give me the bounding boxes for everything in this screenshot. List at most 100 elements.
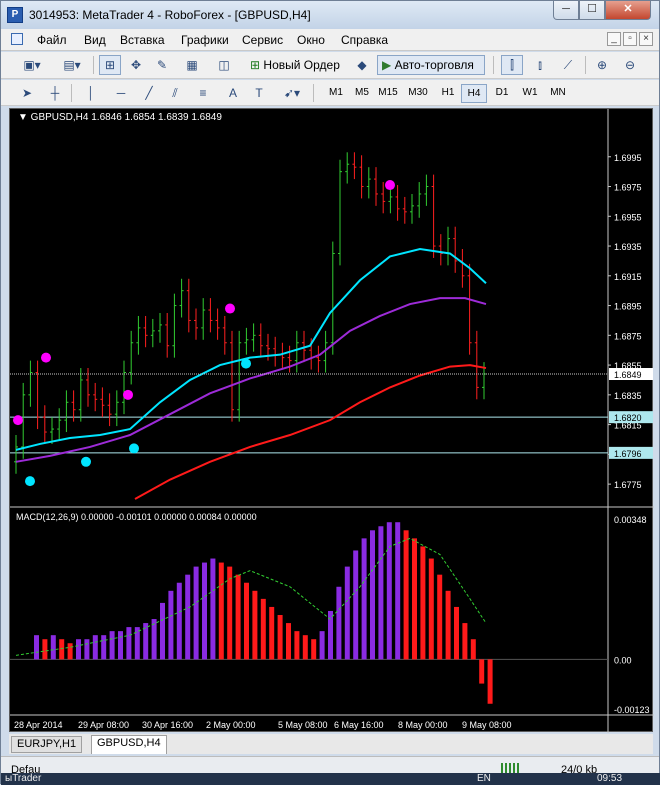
macd-bar xyxy=(101,635,107,660)
channel-icon[interactable]: ⫽ xyxy=(165,83,185,103)
drawing-toolbar: ➤ ┼ │ ─ ╱ ⫽ ≡ A T ➹▾ M1 M5 M15 M30 H1 H4 D1 W1 M… xyxy=(1,80,659,106)
terminal-icon[interactable]: ▦ xyxy=(181,55,203,75)
macd-bar xyxy=(454,606,459,660)
macd-bar xyxy=(50,635,56,660)
crosshair-icon[interactable]: ┼ xyxy=(45,83,65,103)
data-window-icon[interactable]: ✥ xyxy=(125,55,147,75)
macd-bar xyxy=(462,623,468,660)
macd-bar xyxy=(420,546,426,660)
horizontal-line-icon[interactable]: ─ xyxy=(111,83,131,103)
macd-bar xyxy=(34,635,39,660)
profiles-icon[interactable]: ▤▾ xyxy=(55,55,89,75)
time-label: 29 Apr 08:00 xyxy=(78,720,129,730)
auto-trading-button[interactable]: ▶ Авто-торговля xyxy=(377,55,485,75)
minimize-button[interactable]: ─ xyxy=(553,1,579,20)
price-tick-label: 1.6955 xyxy=(614,212,642,222)
fibonacci-icon[interactable]: ≡ xyxy=(193,83,213,103)
line-chart-icon[interactable]: ⟋ xyxy=(557,55,579,75)
signal-dot xyxy=(41,352,51,363)
macd-bar xyxy=(185,574,191,660)
app-window: P 3014953: MetaTrader 4 - RoboForex - [G… xyxy=(0,0,660,785)
signal-dot xyxy=(129,443,139,454)
macd-bar xyxy=(235,574,241,660)
timeframe-m30[interactable]: M30 xyxy=(405,84,431,103)
time-label: 9 May 08:00 xyxy=(462,720,512,730)
macd-bar xyxy=(92,635,98,660)
auto-trading-label: Авто-торговля xyxy=(394,58,474,72)
hline-2-label: 1.6796 xyxy=(614,449,642,459)
hline-1-label: 1.6820 xyxy=(614,413,642,423)
macd-bar xyxy=(202,562,207,660)
macd-bar xyxy=(59,639,65,660)
new-order-button[interactable]: ⊞ Новый Ордер xyxy=(245,55,347,75)
maximize-button[interactable]: ☐ xyxy=(579,1,605,20)
price-tick-label: 1.6915 xyxy=(614,272,642,282)
close-button[interactable]: ✕ xyxy=(605,1,651,20)
mdi-minimize-icon[interactable]: _ xyxy=(607,32,621,46)
timeframe-m1[interactable]: M1 xyxy=(323,84,349,103)
strategy-tester-icon[interactable]: ◫ xyxy=(213,55,235,75)
macd-bar xyxy=(294,631,300,660)
tab-gbpusd-h4[interactable]: GBPUSD,H4 xyxy=(91,735,167,754)
macd-bar xyxy=(42,639,48,660)
macd-bar xyxy=(76,639,81,660)
market-watch-icon[interactable]: ⊞ xyxy=(99,55,121,75)
navigator-icon[interactable]: ✎ xyxy=(151,55,173,75)
macd-bar xyxy=(252,590,258,660)
price-chart[interactable]: ▼ GBPUSD,H4 1.6846 1.6854 1.6839 1.6849 1… xyxy=(10,109,654,733)
signal-dot xyxy=(385,180,395,191)
timeframe-w1[interactable]: W1 xyxy=(517,84,543,103)
candlestick-icon[interactable]: ⫾ xyxy=(529,55,551,75)
timeframe-mn[interactable]: MN xyxy=(545,84,571,103)
timeframe-h4[interactable]: H4 xyxy=(461,84,487,103)
price-tick-label: 1.6975 xyxy=(614,183,642,193)
menu-file[interactable]: Файл xyxy=(37,33,67,47)
macd-bar xyxy=(470,639,476,660)
menu-insert[interactable]: Вставка xyxy=(120,33,165,47)
standard-toolbar: ▣▾ ▤▾ ⊞ ✥ ✎ ▦ ◫ ⊞ Новый Ордер ◆ ▶ Авто-т… xyxy=(1,52,659,79)
new-order-icon: ⊞ xyxy=(250,58,261,72)
zoom-out-icon[interactable]: ⊖ xyxy=(619,55,641,75)
macd-bar xyxy=(437,574,443,660)
price-tick-label: 1.6835 xyxy=(614,391,642,401)
time-label: 8 May 00:00 xyxy=(398,720,448,730)
macd-header: MACD(12,26,9) 0.00000 -0.00101 0.00000 0… xyxy=(16,512,257,522)
timeframe-m5[interactable]: M5 xyxy=(349,84,375,103)
chart-window[interactable]: ▼ GBPUSD,H4 1.6846 1.6854 1.6839 1.6849 1… xyxy=(9,108,654,733)
menu-help[interactable]: Справка xyxy=(341,33,388,47)
vertical-line-icon[interactable]: │ xyxy=(81,83,101,103)
text-icon[interactable]: A xyxy=(223,83,243,103)
macd-bar xyxy=(353,550,359,660)
title-bar[interactable]: P 3014953: MetaTrader 4 - RoboForex - [G… xyxy=(1,1,659,29)
timeframe-m15[interactable]: M15 xyxy=(375,84,401,103)
tab-eurjpy-h1[interactable]: EURJPY,H1 xyxy=(11,736,83,753)
macd-bar xyxy=(479,659,485,684)
mdi-restore-icon[interactable]: ▫ xyxy=(623,32,637,46)
text-label-icon[interactable]: T xyxy=(249,83,269,103)
new-chart-icon[interactable]: ▣▾ xyxy=(15,55,49,75)
taskbar-lang[interactable]: EN xyxy=(477,773,491,784)
macd-bar xyxy=(302,635,308,660)
timeframe-d1[interactable]: D1 xyxy=(489,84,515,103)
bar-chart-icon[interactable]: ⫿ xyxy=(501,55,523,75)
timeframe-h1[interactable]: H1 xyxy=(435,84,461,103)
metaeditor-icon[interactable]: ◆ xyxy=(351,55,373,75)
taskbar-app[interactable]: ыTrader xyxy=(5,773,41,784)
taskbar: ыTrader EN 09:53 xyxy=(1,773,660,785)
menu-view[interactable]: Вид xyxy=(84,33,106,47)
mdi-close-icon[interactable]: × xyxy=(639,32,653,46)
macd-bar xyxy=(218,562,224,660)
macd-bar xyxy=(118,631,123,660)
trendline-icon[interactable]: ╱ xyxy=(139,83,159,103)
chart-header: ▼ GBPUSD,H4 1.6846 1.6854 1.6839 1.6849 xyxy=(18,112,222,123)
macd-bar xyxy=(210,558,216,660)
menu-window[interactable]: Окно xyxy=(297,33,325,47)
zoom-in-icon[interactable]: ⊕ xyxy=(591,55,613,75)
menu-charts[interactable]: Графики xyxy=(181,33,229,47)
macd-tick-label: -0.00123 xyxy=(614,705,650,715)
arrows-icon[interactable]: ➹▾ xyxy=(277,83,307,103)
chart-window-icon xyxy=(11,33,23,45)
cursor-icon[interactable]: ➤ xyxy=(17,83,37,103)
menu-tools[interactable]: Сервис xyxy=(242,33,283,47)
macd-bar xyxy=(386,522,392,660)
